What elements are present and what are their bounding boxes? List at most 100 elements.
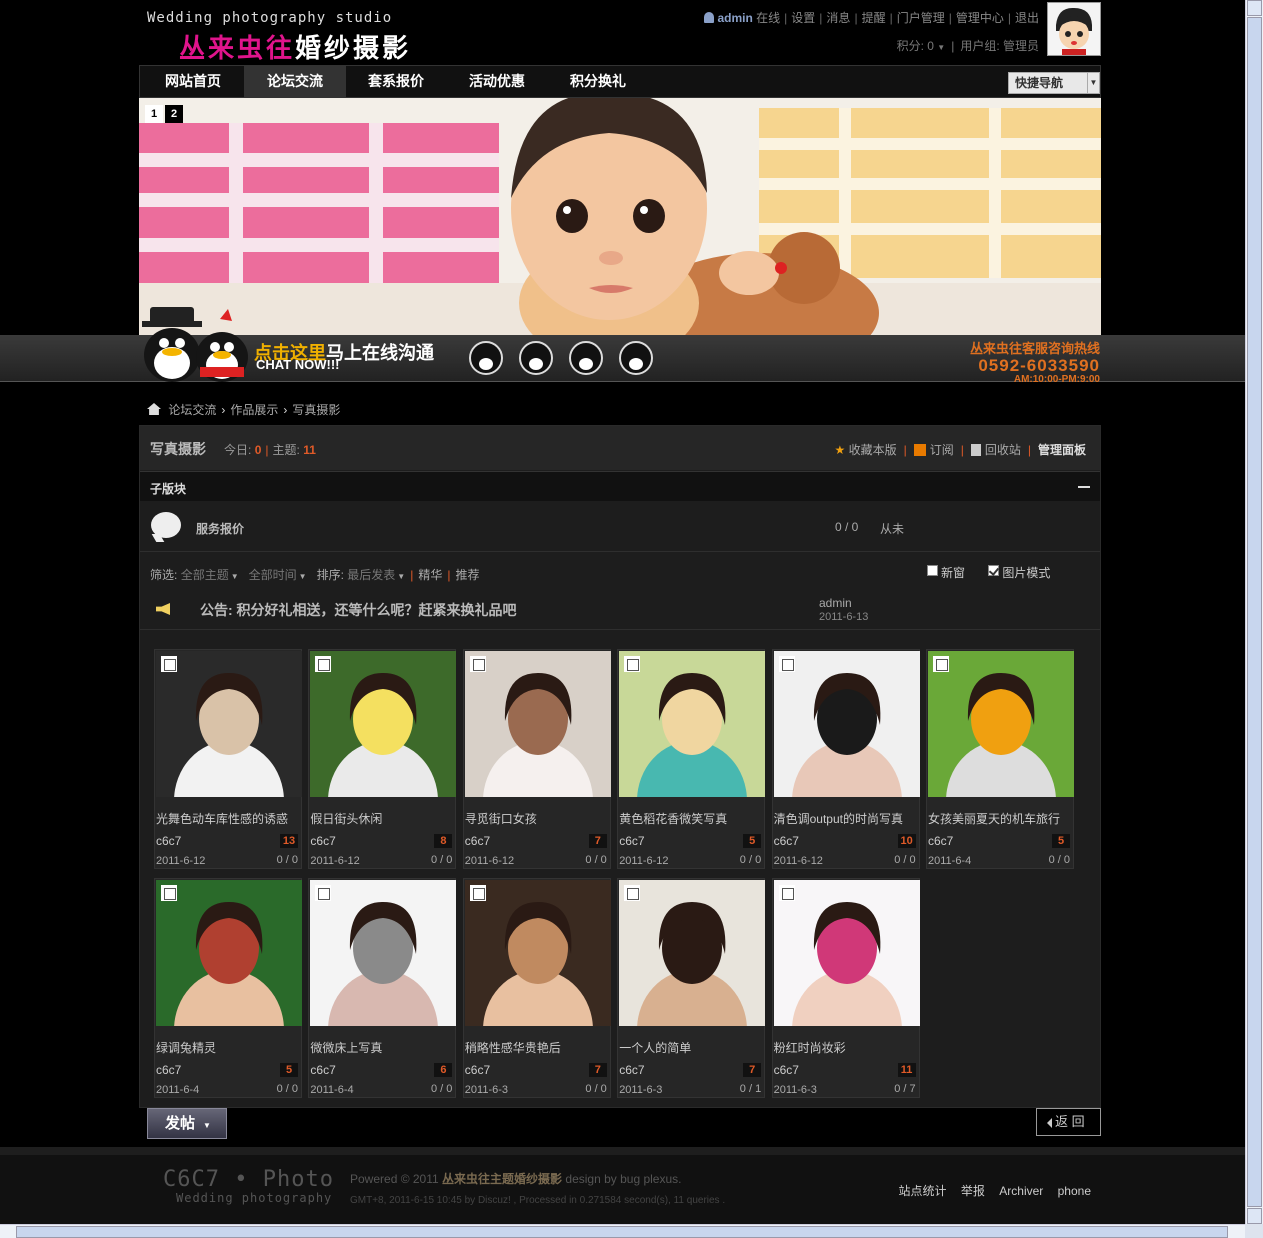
vertical-scroll-thumb[interactable]	[1247, 17, 1262, 1207]
settings-link[interactable]: 设置	[791, 11, 815, 25]
thread-card[interactable]: 光舞色动车库性感的诱惑 c6c7 13 2011-6-12 0 / 0	[154, 649, 302, 869]
thread-title[interactable]: 微微床上写真	[310, 1039, 456, 1056]
slide-1-button[interactable]: 1	[145, 105, 163, 123]
thread-author[interactable]: c6c7	[619, 1063, 644, 1077]
quick-nav-dropdown[interactable]: 快捷导航 ▼	[1008, 72, 1100, 94]
usergroup-link[interactable]: 用户组: 管理员	[960, 39, 1039, 53]
collapse-icon[interactable]	[1078, 486, 1090, 488]
new-window-checkbox[interactable]	[927, 565, 938, 576]
thread-thumbnail[interactable]	[619, 651, 766, 797]
banner-slider[interactable]: 1 2	[139, 98, 1101, 335]
thread-author[interactable]: c6c7	[928, 834, 953, 848]
subforum-link[interactable]: 服务报价	[196, 520, 244, 537]
horizontal-scroll-thumb[interactable]	[16, 1226, 1228, 1238]
filter-time-dropdown[interactable]: 全部时间 ▼	[249, 568, 307, 582]
thread-title[interactable]: 一个人的简单	[619, 1039, 765, 1056]
admin-panel-link[interactable]: 管理面板	[1038, 443, 1086, 457]
thread-title[interactable]: 女孩美丽夏天的机车旅行	[928, 810, 1074, 827]
thread-card[interactable]: 一个人的简单 c6c7 7 2011-6-3 0 / 1	[617, 878, 766, 1098]
select-checkbox[interactable]	[161, 656, 177, 672]
thread-author[interactable]: c6c7	[774, 834, 799, 848]
avatar[interactable]	[1047, 2, 1101, 56]
qq-contact-1-icon[interactable]	[469, 341, 503, 375]
thread-author[interactable]: c6c7	[465, 834, 490, 848]
scroll-down-button[interactable]	[1247, 1208, 1262, 1224]
thread-title[interactable]: 清色调output的时尚写真	[774, 810, 920, 827]
portal-admin-link[interactable]: 门户管理	[897, 11, 945, 25]
thread-thumbnail[interactable]	[156, 651, 302, 797]
thread-card[interactable]: 微微床上写真 c6c7 6 2011-6-4 0 / 0	[308, 878, 457, 1098]
site-logo[interactable]: 丛来虫往婚纱摄影	[179, 28, 411, 65]
admin-center-link[interactable]: 管理中心	[956, 11, 1004, 25]
digest-filter-link[interactable]: 精华	[418, 568, 442, 582]
thread-title[interactable]: 假日街头休闲	[310, 810, 456, 827]
thread-author[interactable]: c6c7	[774, 1063, 799, 1077]
thread-card[interactable]: 寻觅街口女孩 c6c7 7 2011-6-12 0 / 0	[462, 649, 611, 869]
nav-item-packages[interactable]: 套系报价	[345, 66, 447, 97]
thread-card[interactable]: 女孩美丽夏天的机车旅行 c6c7 5 2011-6-4 0 / 0	[926, 649, 1074, 869]
nav-item-promotions[interactable]: 活动优惠	[446, 66, 548, 97]
thread-title[interactable]: 粉红时尚妆彩	[774, 1039, 920, 1056]
thread-author[interactable]: c6c7	[310, 834, 335, 848]
recycle-bin-link[interactable]: 回收站	[985, 443, 1021, 457]
footer-report-link[interactable]: 举报	[961, 1184, 985, 1198]
select-checkbox[interactable]	[161, 885, 177, 901]
chat-cta-english[interactable]: CHAT NOW!!!	[256, 357, 340, 372]
thread-author[interactable]: c6c7	[156, 834, 181, 848]
favorite-link[interactable]: 收藏本版	[849, 443, 897, 457]
scroll-up-button[interactable]	[1247, 0, 1262, 16]
breadcrumb-works[interactable]: 作品展示	[230, 403, 278, 417]
recommend-filter-link[interactable]: 推荐	[455, 568, 479, 582]
thread-thumbnail[interactable]	[773, 651, 920, 797]
thread-thumbnail[interactable]	[928, 651, 1074, 797]
thread-title[interactable]: 黄色稻花香微笑写真	[619, 810, 765, 827]
notifications-link[interactable]: 提醒	[862, 11, 886, 25]
thread-card[interactable]: 稍略性感华贵艳后 c6c7 7 2011-6-3 0 / 0	[462, 878, 611, 1098]
thread-author[interactable]: c6c7	[465, 1063, 490, 1077]
thread-author[interactable]: c6c7	[619, 834, 644, 848]
subscribe-link[interactable]: 订阅	[930, 443, 954, 457]
thread-thumbnail[interactable]	[464, 880, 611, 1026]
footer-archiver-link[interactable]: Archiver	[999, 1184, 1043, 1198]
thread-thumbnail[interactable]	[619, 880, 766, 1026]
thread-thumbnail[interactable]	[310, 880, 457, 1026]
breadcrumb-forum[interactable]: 论坛交流	[168, 403, 216, 417]
select-checkbox[interactable]	[469, 656, 486, 672]
nav-item-forum[interactable]: 论坛交流	[244, 66, 346, 97]
slide-2-button[interactable]: 2	[165, 105, 183, 123]
logout-link[interactable]: 退出	[1015, 11, 1039, 25]
thread-card[interactable]: 粉红时尚妆彩 c6c7 11 2011-6-3 0 / 7	[771, 878, 920, 1098]
image-mode-checkbox[interactable]	[988, 565, 1000, 576]
select-checkbox[interactable]	[624, 885, 641, 901]
filter-topics-dropdown[interactable]: 全部主题 ▼	[181, 568, 239, 582]
thread-thumbnail[interactable]	[464, 651, 611, 797]
thread-thumbnail[interactable]	[773, 880, 920, 1026]
select-checkbox[interactable]	[315, 885, 332, 901]
nav-item-points-gifts[interactable]: 积分换礼	[547, 66, 649, 97]
qq-contact-3-icon[interactable]	[569, 341, 603, 375]
select-checkbox[interactable]	[624, 656, 641, 672]
qq-contact-4-icon[interactable]	[619, 341, 653, 375]
thread-title[interactable]: 绿调兔精灵	[156, 1039, 302, 1056]
thread-title[interactable]: 稍略性感华贵艳后	[465, 1039, 611, 1056]
select-checkbox[interactable]	[933, 656, 949, 672]
horizontal-scrollbar[interactable]	[0, 1224, 1245, 1238]
thread-author[interactable]: c6c7	[156, 1063, 181, 1077]
board-title[interactable]: 写真摄影	[150, 439, 206, 459]
username-link[interactable]: admin	[717, 11, 752, 25]
thread-title[interactable]: 光舞色动车库性感的诱惑	[156, 810, 302, 827]
messages-link[interactable]: 消息	[826, 11, 850, 25]
select-checkbox[interactable]	[315, 656, 332, 672]
qq-contact-2-icon[interactable]	[519, 341, 553, 375]
vertical-scrollbar[interactable]	[1245, 0, 1263, 1224]
thread-author[interactable]: c6c7	[310, 1063, 335, 1077]
sort-dropdown[interactable]: 最后发表 ▼	[347, 568, 405, 582]
powered-name[interactable]: 丛来虫往主题婚纱摄影	[442, 1172, 562, 1186]
back-button[interactable]: 返 回	[1036, 1108, 1101, 1136]
nav-item-home[interactable]: 网站首页	[142, 66, 244, 97]
thread-card[interactable]: 绿调兔精灵 c6c7 5 2011-6-4 0 / 0	[154, 878, 302, 1098]
thread-thumbnail[interactable]	[310, 651, 457, 797]
thread-card[interactable]: 假日街头休闲 c6c7 8 2011-6-12 0 / 0	[308, 649, 457, 869]
footer-stats-link[interactable]: 站点统计	[899, 1184, 947, 1198]
thread-thumbnail[interactable]	[156, 880, 302, 1026]
